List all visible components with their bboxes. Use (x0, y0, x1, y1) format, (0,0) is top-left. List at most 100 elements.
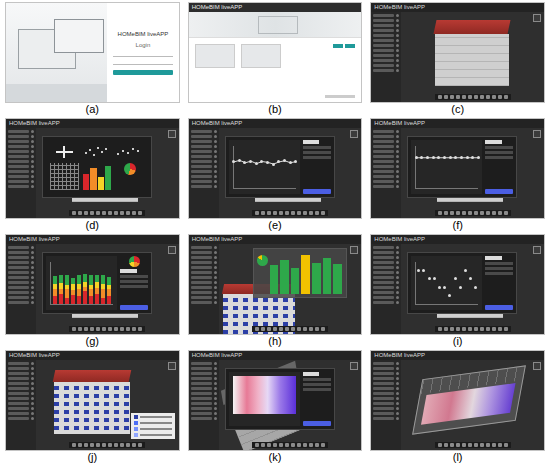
sidebar-item[interactable] (191, 175, 217, 178)
sidebar-item[interactable] (373, 170, 399, 173)
tool-icon[interactable] (303, 211, 307, 215)
visibility-icon[interactable] (31, 402, 34, 405)
stacked-bar[interactable] (59, 262, 63, 304)
settings-field[interactable] (485, 262, 513, 265)
tool-icon[interactable] (120, 443, 124, 447)
settings-field[interactable] (485, 267, 513, 270)
stacked-bar[interactable] (53, 262, 57, 304)
tool-icon[interactable] (450, 211, 454, 215)
tool-icon[interactable] (486, 95, 490, 99)
navigation-cube-icon[interactable] (533, 130, 541, 138)
tool-icon[interactable] (108, 443, 112, 447)
data-point[interactable] (449, 156, 452, 159)
stacked-bar[interactable] (95, 262, 99, 304)
sidebar-item[interactable] (8, 271, 34, 274)
visibility-icon[interactable] (396, 397, 399, 400)
sidebar-item[interactable] (373, 160, 399, 163)
visibility-icon[interactable] (31, 382, 34, 385)
sidebar-item[interactable] (373, 140, 399, 143)
line-chart-icon[interactable] (115, 144, 144, 159)
visibility-icon[interactable] (31, 417, 34, 420)
tool-icon[interactable] (96, 327, 100, 331)
sidebar-item[interactable] (8, 286, 34, 289)
apply-button[interactable] (485, 305, 513, 310)
visibility-icon[interactable] (31, 165, 34, 168)
stacked-bar[interactable] (107, 262, 111, 304)
tool-icon[interactable] (462, 327, 466, 331)
visibility-icon[interactable] (396, 246, 399, 249)
visibility-icon[interactable] (396, 135, 399, 138)
stacked-bar[interactable] (71, 262, 75, 304)
navigation-cube-icon[interactable] (350, 362, 358, 370)
settings-field[interactable] (303, 146, 331, 149)
sidebar-item[interactable] (8, 180, 34, 183)
tool-icon[interactable] (120, 327, 124, 331)
tool-icon[interactable] (462, 95, 466, 99)
tool-icon[interactable] (126, 443, 130, 447)
sidebar-item[interactable] (373, 382, 399, 385)
data-point[interactable] (294, 160, 297, 163)
visibility-icon[interactable] (396, 140, 399, 143)
data-point[interactable] (266, 161, 269, 164)
sidebar-item[interactable] (8, 170, 34, 173)
navigation-cube-icon[interactable] (350, 246, 358, 254)
settings-field[interactable] (120, 275, 148, 278)
data-point[interactable] (289, 161, 292, 164)
tool-icon[interactable] (303, 327, 307, 331)
visibility-icon[interactable] (214, 145, 217, 148)
data-point[interactable] (255, 162, 258, 165)
tool-icon[interactable] (486, 327, 490, 331)
tool-icon[interactable] (291, 211, 295, 215)
sidebar-item[interactable] (191, 402, 217, 405)
tool-icon[interactable] (138, 327, 142, 331)
tool-icon[interactable] (108, 327, 112, 331)
tool-icon[interactable] (444, 95, 448, 99)
visibility-icon[interactable] (396, 54, 399, 57)
settings-field[interactable] (485, 156, 513, 159)
sidebar-item[interactable] (8, 185, 34, 188)
visibility-icon[interactable] (396, 185, 399, 188)
data-point[interactable] (464, 269, 467, 272)
visibility-icon[interactable] (396, 155, 399, 158)
visibility-icon[interactable] (214, 397, 217, 400)
visibility-icon[interactable] (396, 69, 399, 72)
visibility-icon[interactable] (214, 276, 217, 279)
tool-icon[interactable] (90, 327, 94, 331)
tool-icon[interactable] (456, 95, 460, 99)
visibility-icon[interactable] (396, 64, 399, 67)
visibility-icon[interactable] (396, 24, 399, 27)
visibility-icon[interactable] (214, 382, 217, 385)
visibility-icon[interactable] (31, 180, 34, 183)
sidebar-item[interactable] (373, 387, 399, 390)
bar[interactable] (270, 253, 279, 294)
tool-icon[interactable] (114, 211, 118, 215)
sidebar-item[interactable] (373, 165, 399, 168)
tool-icon[interactable] (132, 443, 136, 447)
sidebar-item[interactable] (373, 402, 399, 405)
stacked-bar[interactable] (83, 262, 87, 304)
sidebar-item[interactable] (373, 281, 399, 284)
sidebar-item[interactable] (8, 251, 34, 254)
data-point[interactable] (232, 160, 235, 163)
navigation-cube-icon[interactable] (533, 362, 541, 370)
tool-icon[interactable] (138, 211, 142, 215)
tool-icon[interactable] (255, 327, 259, 331)
visibility-icon[interactable] (396, 19, 399, 22)
sidebar-item[interactable] (191, 301, 217, 304)
visibility-icon[interactable] (214, 266, 217, 269)
sidebar-item[interactable] (8, 291, 34, 294)
visibility-icon[interactable] (396, 39, 399, 42)
stacked-bar[interactable] (65, 262, 69, 304)
tool-icon[interactable] (468, 443, 472, 447)
pie-chart[interactable] (129, 256, 140, 267)
visibility-icon[interactable] (396, 281, 399, 284)
visibility-icon[interactable] (214, 301, 217, 304)
building-volume[interactable] (412, 365, 526, 434)
tool-icon[interactable] (315, 327, 319, 331)
tool-icon[interactable] (444, 211, 448, 215)
sidebar-item[interactable] (191, 150, 217, 153)
visibility-icon[interactable] (214, 150, 217, 153)
visibility-icon[interactable] (31, 387, 34, 390)
bar[interactable] (312, 253, 321, 294)
add-chart-icon[interactable] (50, 144, 79, 159)
